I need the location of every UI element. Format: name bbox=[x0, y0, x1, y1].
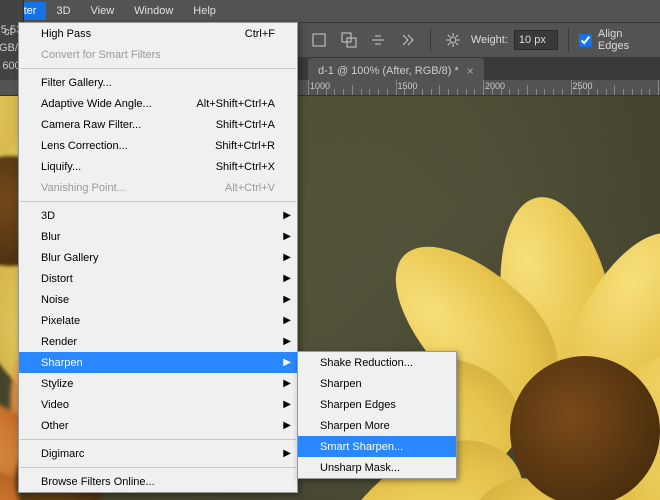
menu-item-digimarc[interactable]: Digimarc▶ bbox=[19, 443, 297, 464]
menubar: Filter3DViewWindowHelp bbox=[0, 0, 660, 22]
menu-item-browse-filters-online[interactable]: Browse Filters Online... bbox=[19, 471, 297, 492]
align-edges-checkbox[interactable] bbox=[579, 34, 592, 47]
chevron-right-icon: ▶ bbox=[283, 448, 291, 459]
submenu-item-unsharp-mask[interactable]: Unsharp Mask... bbox=[298, 457, 456, 478]
filter-menu: High PassCtrl+FConvert for Smart Filters… bbox=[18, 22, 298, 493]
menu-item-video[interactable]: Video▶ bbox=[19, 394, 297, 415]
weight-label: Weight: bbox=[471, 34, 508, 46]
chevron-right-icon: ▶ bbox=[283, 210, 291, 221]
header-fragment: ct bbox=[0, 24, 17, 40]
chevron-right-icon: ▶ bbox=[283, 252, 291, 263]
menu-item-blur-gallery[interactable]: Blur Gallery▶ bbox=[19, 247, 297, 268]
menu-item-lens-correction[interactable]: Lens Correction...Shift+Ctrl+R bbox=[19, 135, 297, 156]
align-edges-label[interactable]: Align Edges bbox=[598, 28, 656, 52]
close-icon[interactable]: × bbox=[467, 64, 474, 78]
chevron-right-icon: ▶ bbox=[283, 378, 291, 389]
menu-help[interactable]: Help bbox=[183, 2, 226, 20]
menu-item-render[interactable]: Render▶ bbox=[19, 331, 297, 352]
submenu-item-sharpen[interactable]: Sharpen bbox=[298, 373, 456, 394]
menu-item-vanishing-point: Vanishing Point...Alt+Ctrl+V bbox=[19, 177, 297, 198]
submenu-item-sharpen-edges[interactable]: Sharpen Edges bbox=[298, 394, 456, 415]
menu-item-convert-for-smart-filters: Convert for Smart Filters bbox=[19, 44, 297, 65]
sharpen-submenu: Shake Reduction...SharpenSharpen EdgesSh… bbox=[297, 351, 457, 479]
shape-mode-icon[interactable] bbox=[307, 28, 331, 52]
menu-item-distort[interactable]: Distort▶ bbox=[19, 268, 297, 289]
menu-item-3d[interactable]: 3D▶ bbox=[19, 205, 297, 226]
menu-item-pixelate[interactable]: Pixelate▶ bbox=[19, 310, 297, 331]
chevron-right-icon: ▶ bbox=[283, 399, 291, 410]
submenu-item-sharpen-more[interactable]: Sharpen More bbox=[298, 415, 456, 436]
submenu-item-shake-reduction[interactable]: Shake Reduction... bbox=[298, 352, 456, 373]
menu-3d[interactable]: 3D bbox=[46, 2, 80, 20]
menu-item-liquify[interactable]: Liquify...Shift+Ctrl+X bbox=[19, 156, 297, 177]
menu-item-blur[interactable]: Blur▶ bbox=[19, 226, 297, 247]
submenu-item-smart-sharpen[interactable]: Smart Sharpen... bbox=[298, 436, 456, 457]
weight-input[interactable] bbox=[514, 30, 558, 50]
chevron-right-icon: ▶ bbox=[283, 273, 291, 284]
align-icon[interactable] bbox=[367, 28, 391, 52]
menu-view[interactable]: View bbox=[81, 2, 125, 20]
tab-title: d-1 @ 100% (After, RGB/8) * bbox=[318, 65, 459, 77]
menu-item-stylize[interactable]: Stylize▶ bbox=[19, 373, 297, 394]
menu-item-sharpen[interactable]: Sharpen▶ bbox=[19, 352, 297, 373]
menu-item-filter-gallery[interactable]: Filter Gallery... bbox=[19, 72, 297, 93]
menu-item-noise[interactable]: Noise▶ bbox=[19, 289, 297, 310]
menu-item-adaptive-wide-angle[interactable]: Adaptive Wide Angle...Alt+Shift+Ctrl+A bbox=[19, 93, 297, 114]
chevron-right-icon: ▶ bbox=[283, 315, 291, 326]
gear-icon[interactable] bbox=[441, 28, 465, 52]
arrange-icon[interactable] bbox=[396, 28, 420, 52]
menu-item-high-pass[interactable]: High PassCtrl+F bbox=[19, 23, 297, 44]
chevron-right-icon: ▶ bbox=[283, 420, 291, 431]
menu-item-camera-raw-filter[interactable]: Camera Raw Filter...Shift+Ctrl+A bbox=[19, 114, 297, 135]
menu-window[interactable]: Window bbox=[124, 2, 183, 20]
document-tab[interactable]: d-1 @ 100% (After, RGB/8) * × bbox=[308, 58, 484, 80]
menu-item-other[interactable]: Other▶ bbox=[19, 415, 297, 436]
chevron-right-icon: ▶ bbox=[283, 357, 291, 368]
chevron-right-icon: ▶ bbox=[283, 336, 291, 347]
chevron-right-icon: ▶ bbox=[283, 294, 291, 305]
path-ops-icon[interactable] bbox=[337, 28, 361, 52]
chevron-right-icon: ▶ bbox=[283, 231, 291, 242]
